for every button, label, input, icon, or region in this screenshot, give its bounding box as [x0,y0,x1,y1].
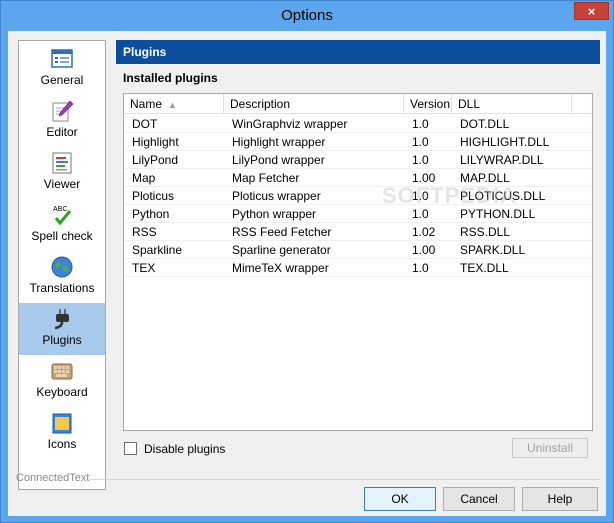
cell-name: DOT [132,117,158,131]
table-row[interactable]: TEX MimeTeX wrapper 1.0 TEX.DLL [124,259,592,277]
column-header-name[interactable]: Name ▲ [124,94,224,114]
cell-name: LilyPond [132,153,179,167]
cell-description: Sparline generator [232,243,331,257]
keyboard-icon [51,363,73,380]
section-title: Installed plugins [123,71,218,85]
table-row[interactable]: RSS RSS Feed Fetcher 1.02 RSS.DLL [124,223,592,241]
cell-name: Sparkline [132,243,183,257]
table-row[interactable]: Ploticus Ploticus wrapper 1.0 PLOTICUS.DLL [124,187,592,205]
plug-icon [54,309,69,330]
app-name-label: ConnectedText [16,472,90,484]
spellcheck-abc-icon: ABC [53,206,72,226]
cell-version: 1.0 [412,153,429,167]
panel-header: Plugins [116,40,600,64]
nav-item-editor[interactable]: Editor [19,95,105,147]
cell-description: Highlight wrapper [232,135,326,149]
general-window-icon [51,49,73,68]
cell-description: MimeTeX wrapper [232,261,329,275]
cell-version: 1.02 [412,225,436,239]
nav-item-label: Viewer [43,177,81,191]
cell-description: WinGraphviz wrapper [232,117,348,131]
nav-item-label: Editor [46,125,78,139]
nav-item-general[interactable]: General [19,43,105,95]
table-row[interactable]: Python Python wrapper 1.0 PYTHON.DLL [124,205,592,223]
cell-description: RSS Feed Fetcher [232,225,332,239]
dialog-client-area: General Editor Viewer ABC Spell check Tr… [8,31,606,516]
cell-description: LilyPond wrapper [232,153,325,167]
uninstall-button[interactable]: Uninstall [512,438,588,458]
nav-item-viewer[interactable]: Viewer [19,147,105,199]
disable-plugins-label: Disable plugins [144,442,226,456]
plugins-list[interactable]: Name ▲ Description Version DLL DOT WinGrap… [123,93,593,431]
nav-item-keyboard[interactable]: Keyboard [19,355,105,407]
viewer-document-icon [52,152,72,174]
table-row[interactable]: DOT WinGraphviz wrapper 1.0 DOT.DLL [124,115,592,133]
title-bar[interactable]: Options × [1,1,613,31]
nav-item-label: Spell check [31,229,93,243]
cell-dll: SPARK.DLL [460,243,526,257]
disable-plugins-checkbox[interactable] [124,442,137,455]
cell-name: Python [132,207,170,221]
sort-ascending-icon: ▲ [168,100,177,110]
cell-description: Ploticus wrapper [232,189,321,203]
svg-text:ABC: ABC [53,206,67,213]
editor-pen-icon [52,100,74,122]
nav-item-label: Icons [47,437,77,451]
nav-item-label: Translations [29,281,95,295]
cell-version: 1.0 [412,261,429,275]
cell-version: 1.00 [412,243,436,257]
column-header-version[interactable]: Version [404,94,452,114]
cell-dll: RSS.DLL [460,225,511,239]
cell-name: RSS [132,225,157,239]
cell-name: Ploticus [132,189,175,203]
close-button[interactable]: × [574,2,609,20]
cell-dll: DOT.DLL [460,117,510,131]
ok-button[interactable]: OK [364,487,436,511]
watermark: SOFTPEDIA [382,183,517,208]
list-header: Name ▲ Description Version DLL [124,94,592,114]
table-row[interactable]: Map Map Fetcher 1.00 MAP.DLL [124,169,592,187]
cell-dll: TEX.DLL [460,261,509,275]
cell-description: Map Fetcher [232,171,300,185]
options-dialog: Options × General Editor Viewer ABC Spel… [0,0,614,523]
nav-item-icons[interactable]: Icons [19,407,105,459]
column-header-dll[interactable]: DLL [452,94,572,114]
cell-name: TEX [132,261,156,275]
window-title: Options [281,7,333,24]
globe-icon [51,256,73,278]
nav-item-translations[interactable]: Translations [19,251,105,303]
cell-dll: HIGHLIGHT.DLL [460,135,550,149]
cell-version: 1.0 [412,117,429,131]
table-row[interactable]: Sparkline Sparline generator 1.00 SPARK.DLL [124,241,592,259]
icons-folder-icon [52,413,72,434]
cell-name: Map [132,171,156,185]
cancel-button[interactable]: Cancel [443,487,515,511]
cell-description: Python wrapper [232,207,317,221]
nav-item-plugins[interactable]: Plugins [19,303,105,355]
nav-item-label: General [40,73,84,87]
column-header-label: Name [130,97,163,111]
help-button[interactable]: Help [522,487,598,511]
cell-version: 1.0 [412,135,429,149]
cell-name: Highlight [132,135,179,149]
column-header-description[interactable]: Description [224,94,404,114]
cell-dll: LILYWRAP.DLL [460,153,544,167]
nav-item-label: Plugins [42,333,82,347]
table-row[interactable]: LilyPond LilyPond wrapper 1.0 LILYWRAP.DLL [124,151,592,169]
nav-item-spell-check[interactable]: ABC Spell check [19,199,105,251]
options-category-list: General Editor Viewer ABC Spell check Tr… [18,40,106,490]
table-row[interactable]: Highlight Highlight wrapper 1.0 HIGHLIGHT.D… [124,133,592,151]
nav-item-label: Keyboard [36,385,88,399]
footer-divider [90,479,600,480]
